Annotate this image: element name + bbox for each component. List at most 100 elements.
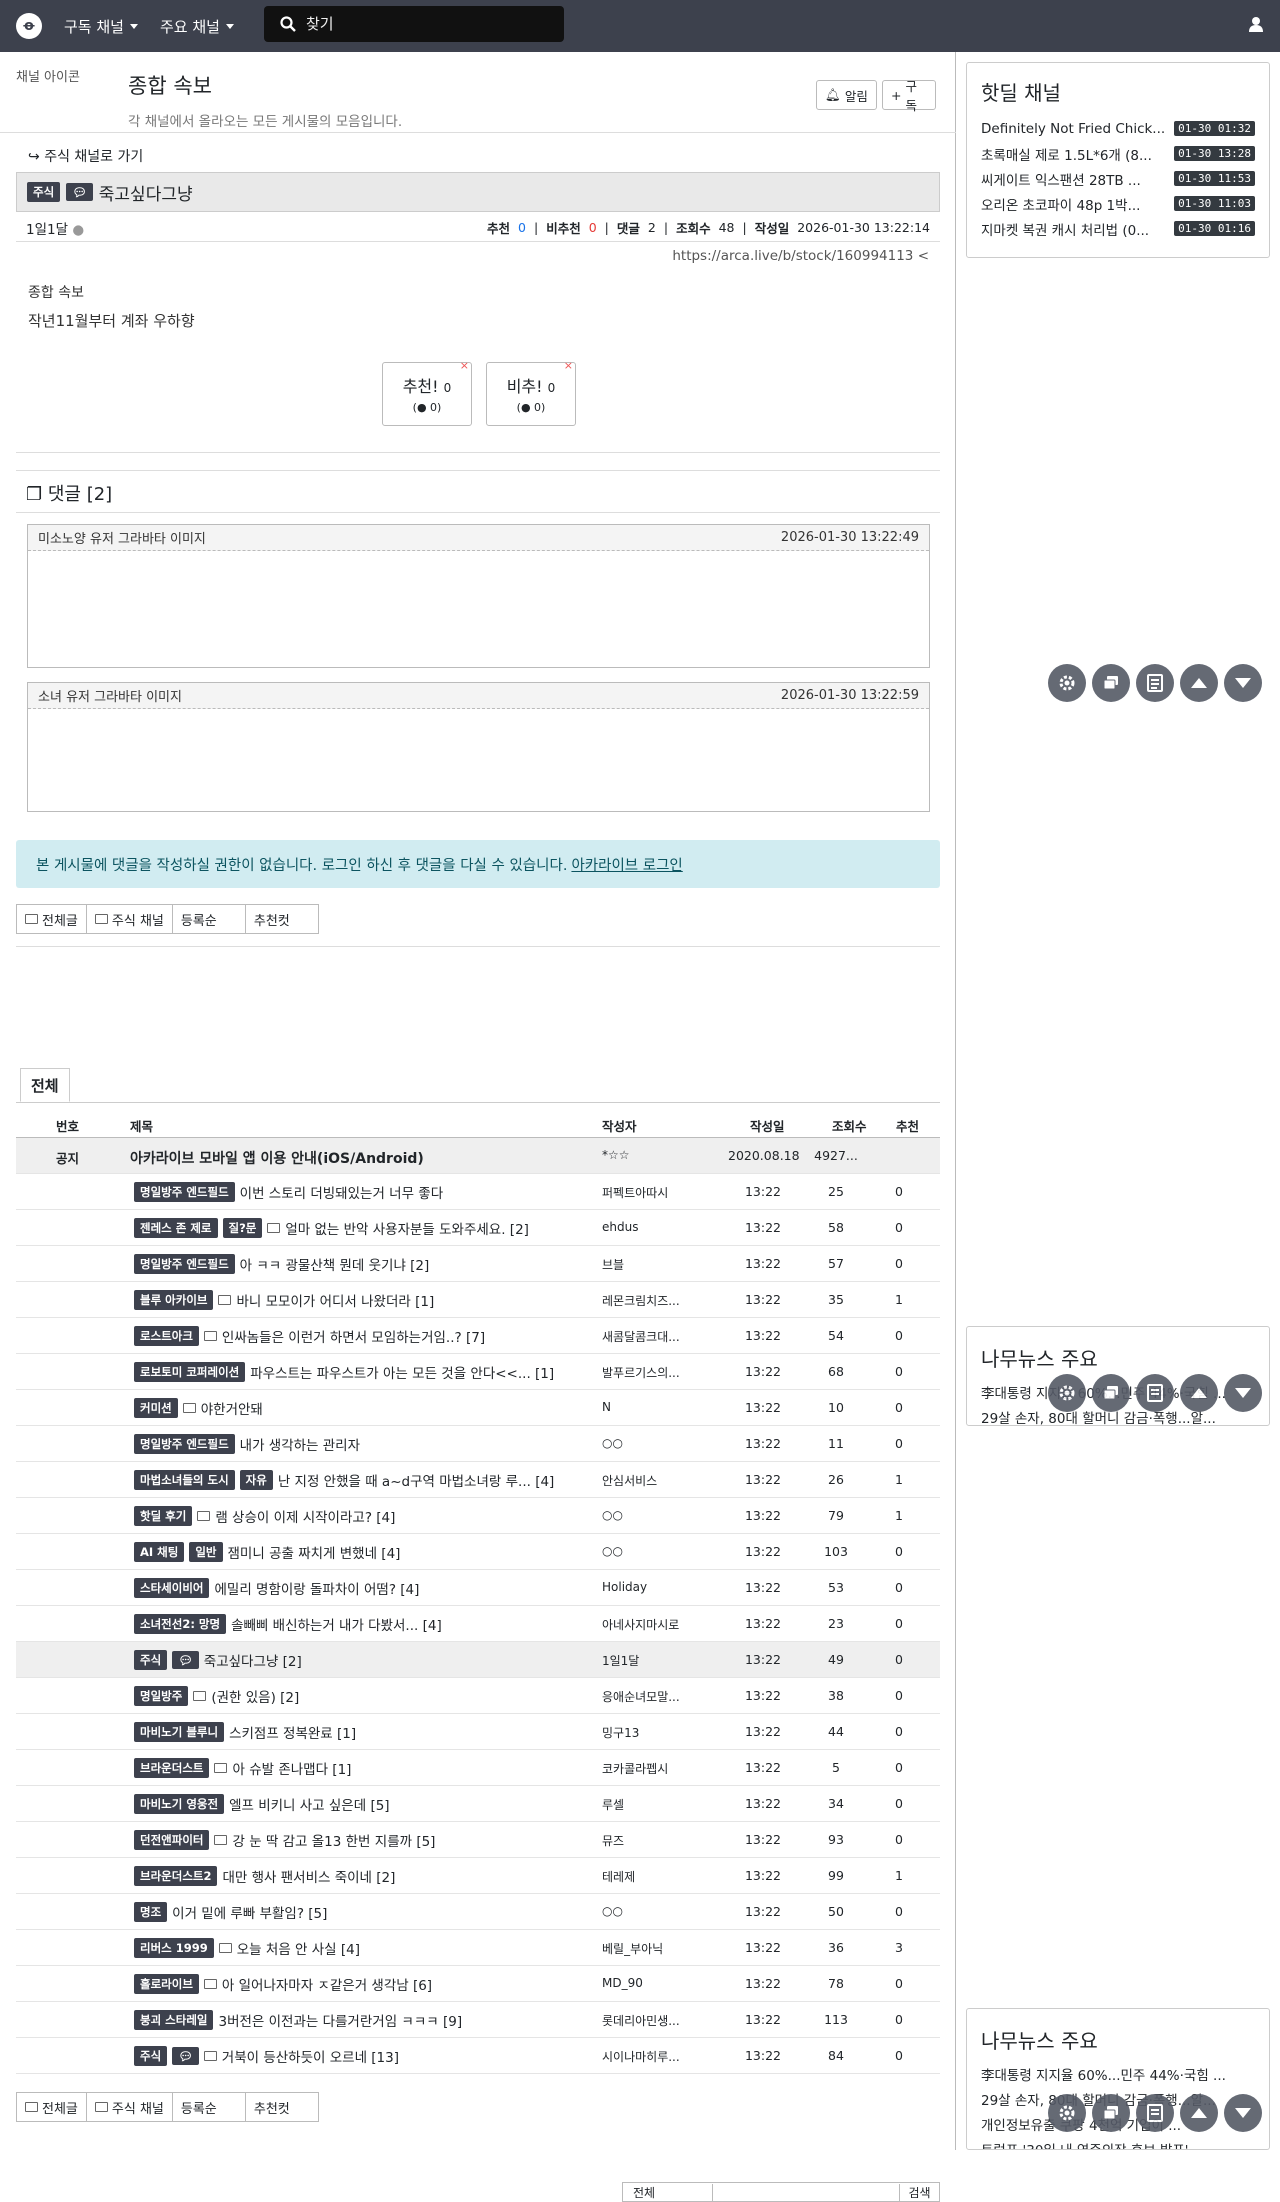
post-title[interactable]: 램 상승이 이제 시작이라고? [4] bbox=[215, 1506, 395, 1526]
channel-badge[interactable]: 소녀전선2: 망명 bbox=[134, 1614, 227, 1634]
downvote-button[interactable]: × 비추! 0 (● 0) bbox=[486, 359, 576, 426]
channel-badge[interactable]: 명일방주 엔드필드 bbox=[134, 1434, 235, 1454]
channel-badge[interactable]: 브라운더스트2 bbox=[134, 1866, 218, 1886]
post-title[interactable]: 아 슈발 존나맵다 [1] bbox=[232, 1758, 351, 1778]
author[interactable]: ehdus bbox=[602, 1220, 712, 1234]
table-row[interactable]: AI 채팅 일반 잼미니 공출 짜치게 변했네 [4] ○○ 13:22 103 0 bbox=[16, 1534, 940, 1570]
post-title[interactable]: 이번 스토리 더빙돼있는거 너무 좋다 bbox=[240, 1182, 443, 1202]
notify-button[interactable]: 🔔︎ 알림 bbox=[816, 80, 877, 110]
author[interactable]: 코카콜라펩시 bbox=[602, 1760, 712, 1777]
site-logo[interactable]: ꝋ bbox=[16, 13, 42, 39]
post-title[interactable]: 아 ㅋㅋ 광물산책 뭔데 웃기냐 [2] bbox=[240, 1254, 430, 1274]
scroll-down-icon[interactable] bbox=[1224, 664, 1262, 702]
comments-icon[interactable] bbox=[1092, 2094, 1130, 2132]
channel-badge[interactable]: 명일방주 bbox=[134, 1686, 189, 1706]
back-to-channel-link[interactable]: ↪ 주식 채널로 가기 bbox=[28, 146, 143, 166]
author[interactable]: ○○ bbox=[602, 1904, 712, 1918]
author[interactable]: 아네사지마시로 bbox=[602, 1616, 712, 1633]
post-title[interactable]: 스키점프 정복완료 [1] bbox=[229, 1722, 356, 1742]
post-title[interactable]: 얼마 없는 반악 사용자분들 도와주세요. [2] bbox=[285, 1218, 529, 1238]
list-icon[interactable] bbox=[1136, 664, 1174, 702]
author[interactable]: Holiday bbox=[602, 1580, 712, 1594]
post-title[interactable]: 거북이 등산하듯이 오르네 [13] bbox=[222, 2046, 399, 2066]
table-row[interactable]: 명일방주 엔드필드 아 ㅋㅋ 광물산책 뭔데 웃기냐 [2] 브블 13:22 57 0 bbox=[16, 1246, 940, 1282]
channel-badge[interactable]: 젠레스 존 제로 bbox=[134, 1218, 218, 1238]
table-row[interactable]: 커미션 야한거안돼 N 13:22 10 0 bbox=[16, 1390, 940, 1426]
category-badge[interactable]: 주식 bbox=[27, 182, 61, 202]
post-title[interactable]: 강 눈 딱 감고 올13 한번 지를까 [5] bbox=[232, 1830, 435, 1850]
hotdeal-item[interactable]: 오리온 초코파이 48p 1박... 01-30 11:03 bbox=[981, 191, 1255, 216]
news-title[interactable]: 나무뉴스 주요 bbox=[981, 1343, 1255, 1372]
category-badge[interactable]: 질?문 bbox=[222, 1218, 263, 1238]
channel-badge[interactable]: 로보토미 코퍼레이션 bbox=[134, 1362, 246, 1382]
gear-icon[interactable] bbox=[1048, 2094, 1086, 2132]
table-row[interactable]: 마비노기 영웅전 엘프 비키니 사고 싶은데 [5] 루셀 13:22 34 0 bbox=[16, 1786, 940, 1822]
table-row[interactable]: 명일방주 (권한 있음) [2] 응애순녀모말... 13:22 38 0 bbox=[16, 1678, 940, 1714]
category-badge[interactable]: 일반 bbox=[189, 1542, 223, 1562]
post-title[interactable]: 잼미니 공출 짜치게 변했네 [4] bbox=[228, 1542, 401, 1562]
table-row[interactable]: 붕괴 스타레일 3버전은 이전과는 다를거란거임 ㅋㅋㅋ [9] 롯데리아민생...… bbox=[16, 2002, 940, 2038]
table-row[interactable]: 명일방주 엔드필드 내가 생각하는 관리자 ○○ 13:22 11 0 bbox=[16, 1426, 940, 1462]
search-input[interactable] bbox=[306, 15, 546, 33]
author[interactable]: 안심서비스 bbox=[602, 1472, 712, 1489]
author[interactable]: 테레제 bbox=[602, 1868, 712, 1885]
major-channels-dropdown[interactable]: 주요 채널 bbox=[160, 16, 234, 37]
scroll-down-icon[interactable] bbox=[1224, 1374, 1262, 1412]
author[interactable]: 1일1달 bbox=[602, 1652, 712, 1669]
post-title[interactable]: 바니 모모이가 어디서 나왔더라 [1] bbox=[236, 1290, 434, 1310]
post-title[interactable]: 오늘 처음 안 사실 [4] bbox=[237, 1938, 360, 1958]
hotdeal-item[interactable]: 씨게이트 익스팬션 28TB ... 01-30 11:53 bbox=[981, 166, 1255, 191]
author[interactable]: ○○ bbox=[602, 1508, 712, 1522]
subscribed-channels-dropdown[interactable]: 구독 채널 bbox=[64, 16, 138, 37]
hotdeal-item[interactable]: 지마켓 복권 캐시 처리법 (0... 01-30 01:16 bbox=[981, 216, 1255, 241]
notice-row[interactable]: 공지 아카라이브 모바일 앱 이용 안내(iOS/Android) *☆☆ 20… bbox=[16, 1138, 940, 1174]
table-row[interactable]: 스타세이비어 에밀리 명함이랑 돌파차이 어떰? [4] Holiday 13:22 5… bbox=[16, 1570, 940, 1606]
comment-author[interactable]: 소녀 bbox=[38, 690, 62, 705]
table-row[interactable]: 주식 💬︎ 거북이 등산하듯이 오르네 [13] 시이나마히루... 13:22 84 0 bbox=[16, 2038, 940, 2074]
user-icon[interactable] bbox=[1248, 16, 1264, 32]
tab-recommend-cut[interactable]: 추천컷 bbox=[244, 904, 319, 934]
share-icon[interactable]: < bbox=[918, 248, 929, 264]
hotdeal-title[interactable]: 핫딜 채널 bbox=[981, 77, 1255, 106]
channel-badge[interactable]: 마비노기 영웅전 bbox=[134, 1794, 225, 1814]
list-icon[interactable] bbox=[1136, 1374, 1174, 1412]
table-row[interactable]: 마법소녀들의 도시 자유 난 지정 안했을 때 a~d구역 마법소녀랑 루... [… bbox=[16, 1462, 940, 1498]
channel-badge[interactable]: 블루 아카이브 bbox=[134, 1290, 214, 1310]
notice-title[interactable]: 아카라이브 모바일 앱 이용 안내(iOS/Android) bbox=[130, 1148, 424, 1168]
scroll-up-icon[interactable] bbox=[1180, 664, 1218, 702]
channel-badge[interactable]: 마법소녀들의 도시 bbox=[134, 1470, 235, 1490]
post-title[interactable]: 대만 행사 팬서비스 죽이네 [2] bbox=[222, 1866, 395, 1886]
channel-badge[interactable]: 주식 bbox=[134, 2046, 168, 2066]
author[interactable]: 베릴_부아닉 bbox=[602, 1940, 712, 1957]
channel-badge[interactable]: 브라운더스트 bbox=[134, 1758, 210, 1778]
author[interactable]: N bbox=[602, 1400, 712, 1414]
post-title[interactable]: 야한거안돼 bbox=[201, 1398, 263, 1418]
post-title[interactable]: 에밀리 명함이랑 돌파차이 어떰? [4] bbox=[214, 1578, 419, 1598]
channel-badge[interactable]: 마비노기 블루니 bbox=[134, 1722, 225, 1742]
search-button[interactable]: 검색 bbox=[899, 2183, 939, 2201]
channel-badge[interactable]: 붕괴 스타레일 bbox=[134, 2010, 214, 2030]
post-title[interactable]: 죽고싶다그냥 [2] bbox=[204, 1650, 302, 1670]
author[interactable]: 응애순녀모말... bbox=[602, 1688, 712, 1705]
table-row[interactable]: 소녀전선2: 망명 솔빼삐 배신하는거 내가 다봤서... [4] 아네사지마시로 1… bbox=[16, 1606, 940, 1642]
channel-badge[interactable]: 로스트아크 bbox=[134, 1326, 199, 1346]
news-item[interactable]: 트럼프 '30일 내 연준의장 후보 발표'... bbox=[981, 2139, 1255, 2149]
author[interactable]: MD_90 bbox=[602, 1976, 712, 1990]
scroll-up-icon[interactable] bbox=[1180, 2094, 1218, 2132]
post-title[interactable]: 난 지정 안했을 때 a~d구역 마법소녀랑 루... [4] bbox=[278, 1470, 555, 1490]
scroll-up-icon[interactable] bbox=[1180, 1374, 1218, 1412]
post-title[interactable]: 이거 밑에 루빠 부활임? [5] bbox=[172, 1902, 327, 1922]
search-icon[interactable] bbox=[280, 16, 296, 32]
news-item[interactable]: 李대통령 지지율 60%...민주 44%·국힘 ... bbox=[981, 2064, 1255, 2089]
upvote-button[interactable]: × 추천! 0 (● 0) bbox=[382, 359, 472, 426]
comments-icon[interactable] bbox=[1092, 664, 1130, 702]
gear-icon[interactable] bbox=[1048, 664, 1086, 702]
table-row[interactable]: 젠레스 존 제로 질?문 얼마 없는 반악 사용자분들 도와주세요. [2] ehdu… bbox=[16, 1210, 940, 1246]
table-row[interactable]: 로스트아크 인싸놈들은 이런거 하면서 모임하는거임..? [7] 새콤달콤크대..… bbox=[16, 1318, 940, 1354]
scroll-down-icon[interactable] bbox=[1224, 2094, 1262, 2132]
author[interactable]: ○○ bbox=[602, 1436, 712, 1450]
channel-badge[interactable]: 명조 bbox=[134, 1902, 168, 1922]
channel-badge[interactable]: 명일방주 엔드필드 bbox=[134, 1254, 235, 1274]
channel-badge[interactable]: AI 채팅 bbox=[134, 1542, 185, 1562]
channel-badge[interactable]: 커미션 bbox=[134, 1398, 178, 1418]
